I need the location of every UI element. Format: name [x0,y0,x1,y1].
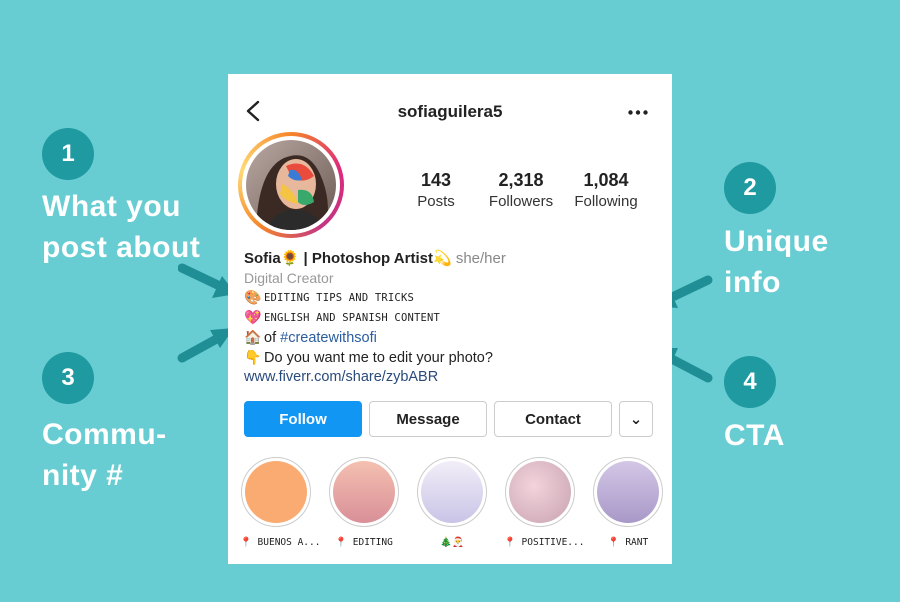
message-button[interactable]: Message [369,401,487,437]
avatar[interactable] [238,132,344,238]
bio-text: of [264,329,281,346]
annotation-badge-1: 1 [42,128,94,180]
stat-label: Posts [417,193,455,210]
annotation-text-3: Commu- nity # [42,418,167,492]
palette-icon: 🎨 [244,289,262,305]
pronouns: she/her [455,250,506,267]
stat-label: Followers [488,193,554,210]
avatar-photo [246,140,336,230]
hashtag-link[interactable]: #createwithsofi [280,330,377,346]
stat-value: 2,318 [498,170,544,190]
highlight-cover [597,461,659,523]
follow-button[interactable]: Follow [244,401,362,437]
house-icon: 🏠 [244,329,262,345]
stat-value: 1,084 [583,170,629,190]
annotation-badge-3: 3 [42,352,94,404]
highlight-cover [245,461,307,523]
annotation-text-1: What you post about [42,190,201,264]
bio-line: 🎨 EDITING TIPS AND TRICKS [244,289,664,306]
profile-stats: 143 Posts 2,318 Followers 1,084 Followin… [396,170,646,210]
highlight-label: 📍 RANT [607,537,649,548]
bio-website-link[interactable]: www.fiverr.com/share/zybABR [244,369,664,385]
bio-text: ENGLISH AND SPANISH CONTENT [264,311,441,324]
bio-text: EDITING TIPS AND TRICKS [264,291,414,304]
more-options-icon[interactable] [628,110,648,115]
profile-actions: Follow Message Contact ⌄ [244,401,656,437]
profile-username: sofiaguilera5 [397,102,503,121]
highlight-label: 📍 BUENOS A... [240,537,321,548]
bio-name-line: Sofia🌻 | Photoshop Artist💫 she/her [244,249,664,267]
stat-followers[interactable]: 2,318 Followers [481,170,561,210]
annotation-badge-2: 2 [724,162,776,214]
bio-text: Do you want me to edit your photo? [264,349,493,366]
highlight-item[interactable]: 📍 EDITING [328,457,400,548]
highlight-item[interactable]: 📍 RANT [592,457,664,548]
chevron-down-icon[interactable]: ⌄ [619,401,653,437]
pointing-down-icon: 👇 [244,349,262,365]
highlight-cover [333,461,395,523]
display-name: Sofia🌻 | Photoshop Artist💫 [244,250,452,267]
highlight-label: 🎄🎅 [440,537,464,548]
bio-line: 👇 Do you want me to edit your photo? [244,349,664,366]
annotation-text-2: Unique info [724,225,829,299]
annotation-badge-4: 4 [724,356,776,408]
stat-label: Following [574,193,638,210]
highlight-label: 📍 POSITIVE... [504,537,585,548]
highlight-item[interactable]: 📍 BUENOS A... [240,457,321,548]
story-highlights: 📍 BUENOS A... 📍 EDITING 🎄🎅 📍 POSITIVE...… [240,457,664,548]
bio-line: 💖 ENGLISH AND SPANISH CONTENT [244,309,664,326]
bio-line: 🏠 of #createwithsofi [244,329,664,346]
category-label: Digital Creator [244,270,334,286]
stat-following[interactable]: 1,084 Following [566,170,646,210]
stat-value: 143 [420,170,452,190]
highlight-label: 📍 EDITING [335,537,393,548]
contact-button[interactable]: Contact [494,401,612,437]
highlight-item[interactable]: 🎄🎅 [416,457,488,548]
annotation-text-4: CTA [724,419,785,452]
heart-icon: 💖 [244,309,262,325]
profile-bio: Sofia🌻 | Photoshop Artist💫 she/her Digit… [244,249,664,385]
stat-posts[interactable]: 143 Posts [396,170,476,210]
highlight-item[interactable]: 📍 POSITIVE... [504,457,585,548]
profile-card: sofiaguilera5 143 Posts 2,318 Followers … [228,74,672,564]
profile-photo-icon [246,140,336,230]
highlight-cover [421,461,483,523]
highlight-cover [509,461,571,523]
